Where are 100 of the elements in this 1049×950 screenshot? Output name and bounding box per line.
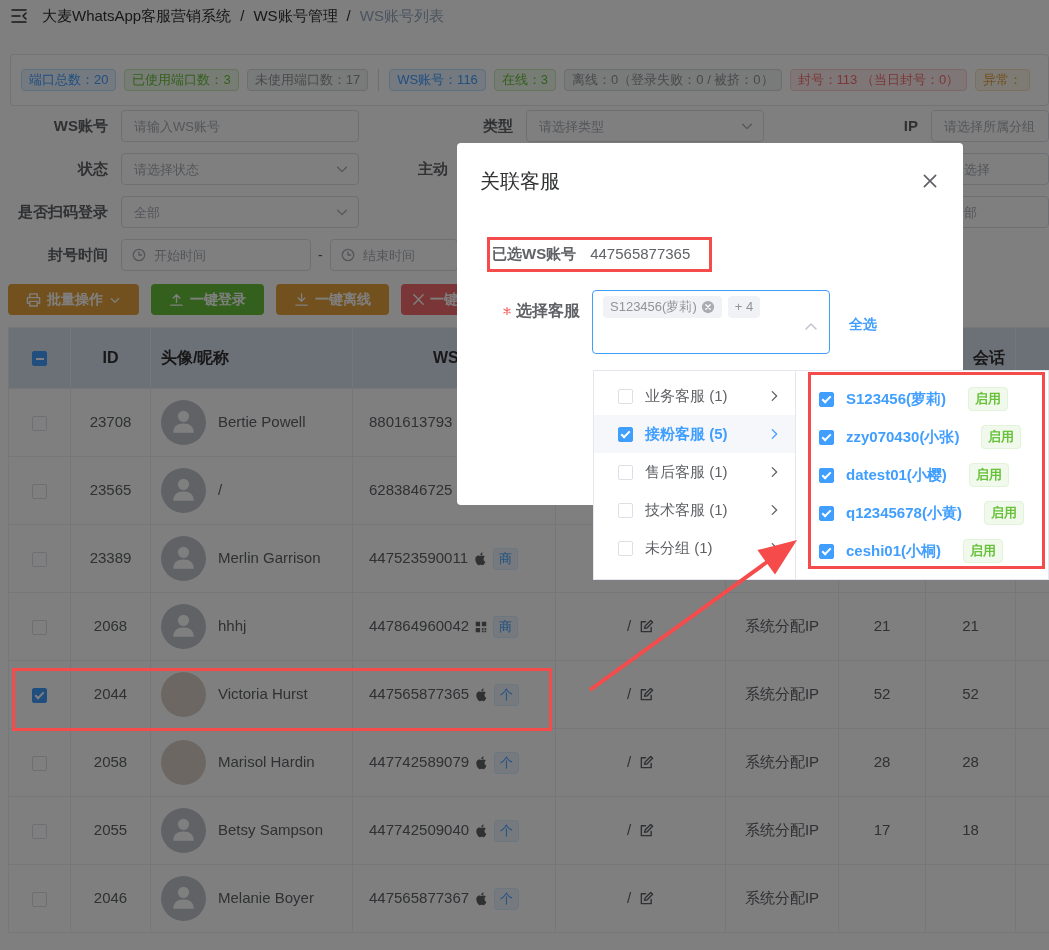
table-cell: 2046 (93, 889, 128, 907)
table-cell: 23708 (89, 413, 132, 431)
breadcrumb-item[interactable]: 大麦WhatsApp客服营销系统 (42, 4, 232, 28)
checkbox[interactable] (819, 467, 834, 483)
breadcrumb-item[interactable]: WS账号管理 (253, 4, 338, 28)
field-label: 已选WS账号 (492, 244, 577, 265)
cascader-group[interactable]: 未分组 (1) (594, 529, 795, 567)
phone-number: 6283846725 (369, 480, 453, 501)
table-cell: 28 (873, 753, 891, 771)
field-label: 封号时间 (47, 244, 108, 265)
edit-icon[interactable] (639, 891, 655, 906)
select-all-link[interactable]: 全选 (849, 314, 877, 335)
phone-number: 447565877365 (369, 684, 470, 705)
option-label[interactable]: ceshi01(小桐) (846, 539, 942, 563)
column-header: 会话 (973, 349, 1005, 366)
stat-tag: 封号：113 （当日封号：0） (789, 69, 968, 91)
table-cell: 28 (962, 753, 979, 771)
breadcrumb-separator: / (240, 5, 245, 26)
edit-icon[interactable] (639, 755, 655, 770)
remark-text: / (626, 820, 632, 841)
remark-text: / (626, 684, 632, 705)
option-label[interactable]: S123456(萝莉) (846, 387, 947, 411)
clear-icon[interactable] (700, 300, 715, 314)
remark-text: / (626, 752, 632, 773)
checkbox[interactable] (819, 429, 834, 445)
user-name: / (218, 480, 223, 501)
checkbox[interactable] (819, 543, 834, 559)
field-label: 选择客服 (516, 301, 580, 321)
option-label[interactable]: q12345678(小黄) (846, 501, 962, 525)
close-icon[interactable] (921, 172, 939, 190)
option-label[interactable]: datest01(小樱) (846, 463, 947, 487)
clock-icon (132, 248, 146, 262)
user-name: Melanie Boyer (218, 888, 314, 909)
phone-number: 8801613793 (369, 412, 453, 433)
table-cell: 系统分配IP (744, 821, 820, 839)
status-tag: 启用 (981, 425, 1022, 449)
menu-icon[interactable] (10, 7, 28, 25)
field-label: 类型 (482, 115, 513, 136)
stat-tag: WS账号：116 (389, 69, 486, 91)
stat-tag: 在线：3 (493, 69, 557, 91)
option-label[interactable]: zzy070430(小张) (846, 425, 960, 449)
stat-tag: 端口总数：20 (21, 69, 117, 91)
user-name: Victoria Hurst (218, 684, 308, 705)
table-cell: 系统分配IP (744, 753, 820, 771)
user-name: Marisol Hardin (218, 752, 315, 773)
phone-number: 447523590011 (369, 548, 468, 569)
table-cell: 2068 (93, 617, 128, 635)
checkbox[interactable] (618, 426, 633, 442)
action-button[interactable]: 一键离线 (276, 284, 389, 315)
table-cell: 系统分配IP (744, 889, 820, 907)
checkbox[interactable] (32, 351, 47, 367)
clock-icon (340, 248, 355, 262)
remark-text: / (626, 888, 632, 909)
table-cell: 系统分配IP (744, 617, 820, 635)
edit-icon[interactable] (639, 823, 655, 838)
download-icon (294, 292, 309, 307)
account-tag: 个 (494, 887, 520, 910)
account-tag: 商 (493, 547, 518, 570)
status-tag: 启用 (968, 387, 1009, 411)
remark-text: / (626, 616, 632, 637)
account-tag: 商 (493, 615, 519, 638)
cascader-group[interactable]: 接粉客服 (5) (594, 415, 795, 453)
printer-icon (26, 292, 41, 307)
checkbox[interactable] (819, 505, 834, 521)
range-separator: - (318, 245, 323, 265)
table-cell: 17 (873, 821, 891, 839)
cascader-group[interactable]: 技术客服 (1) (594, 491, 795, 529)
phone-number: 447565877367 (369, 888, 470, 909)
action-button[interactable]: 批量操作 (8, 284, 139, 315)
field-label: IP (902, 115, 918, 136)
user-name: hhhj (218, 616, 247, 637)
status-tag: 启用 (968, 463, 1009, 487)
edit-icon[interactable] (639, 687, 655, 702)
table-cell: 21 (962, 617, 979, 635)
table-cell: 18 (962, 821, 979, 839)
account-tag: 个 (494, 751, 520, 774)
upload-icon (169, 292, 184, 307)
table-cell: 21 (873, 617, 891, 635)
cascader-group[interactable]: 业务客服 (1) (594, 377, 795, 415)
close-icon (411, 292, 426, 307)
action-button[interactable]: 一键登录 (151, 284, 264, 315)
edit-icon[interactable] (639, 619, 655, 634)
selected-tag[interactable]: + 4 (727, 296, 761, 318)
table-cell: 23565 (89, 481, 132, 499)
checkbox[interactable] (32, 687, 47, 703)
phone-number: 447742509040 (369, 820, 470, 841)
user-name: Betsy Sampson (218, 820, 324, 841)
breadcrumb-separator: / (346, 5, 351, 26)
dialog-title: 关联客服 (480, 169, 560, 194)
user-name: Merlin Garrison (218, 548, 321, 569)
selected-tag[interactable]: S123456(萝莉) (603, 296, 722, 318)
multi-select-field[interactable]: S123456(萝莉) + 4 (592, 290, 830, 354)
account-tag: 个 (494, 683, 520, 706)
cascader-group[interactable]: 售后客服 (1) (594, 453, 795, 491)
checkbox[interactable] (819, 391, 834, 407)
phone-number: 447864960042 (369, 616, 470, 637)
table-cell: 系统分配IP (744, 685, 820, 703)
field-label: WS账号 (52, 115, 108, 136)
account-tag: 个 (494, 819, 520, 842)
stat-tag: 已使用端口数：3 (124, 69, 239, 91)
